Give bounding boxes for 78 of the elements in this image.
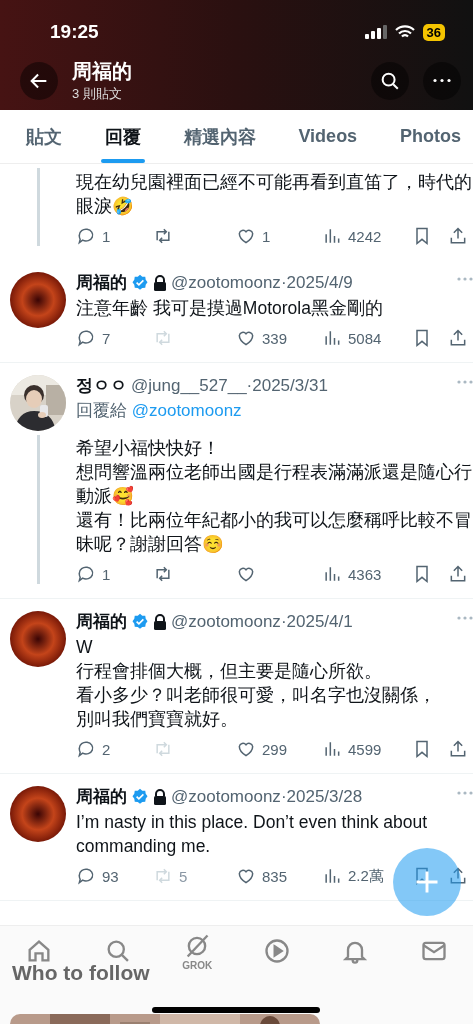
author-name[interactable]: 周福的	[76, 786, 127, 808]
post-text: 想問響溫兩位老師出國是行程表滿滿派還是隨心行動派🥰	[76, 461, 473, 508]
play-icon[interactable]	[262, 937, 291, 965]
reply-button[interactable]: 93	[76, 866, 153, 886]
comment-icon[interactable]	[76, 866, 96, 886]
share-icon[interactable]	[448, 328, 468, 348]
reply-button[interactable]: 1	[76, 226, 153, 246]
wifi-icon	[394, 25, 415, 39]
post-text: 希望小福快快好！	[76, 437, 221, 460]
battery-level: 36	[422, 23, 445, 41]
bar-chart-icon[interactable]	[322, 739, 342, 759]
post[interactable]: 周福的 @zootomoonz·2025/4/1 W 行程會排個大概，但主要是隨心所欲。 看小多少？叫老師很可愛，叫名字也沒關係， 別叫我們寶寶就好。 2 299 4599	[0, 599, 473, 774]
profile-title: 周福的	[72, 59, 133, 84]
like-button[interactable]: 1	[236, 226, 322, 246]
post-date[interactable]: ·2025/3/28	[280, 786, 363, 808]
repost-icon[interactable]	[153, 564, 173, 584]
share-icon[interactable]	[448, 564, 468, 584]
section-title: Who to follow	[12, 961, 150, 985]
views-button[interactable]: 4242	[322, 226, 412, 246]
back-button[interactable]	[20, 61, 58, 100]
share-icon[interactable]	[448, 866, 468, 886]
grok-label[interactable]: GROK	[182, 959, 213, 971]
avatar[interactable]	[10, 272, 66, 328]
post-handle[interactable]: @zootomoonz	[171, 786, 281, 808]
post-text: 注意年齡 我可是摸過Motorola黑金剛的	[76, 297, 384, 320]
more-icon	[432, 78, 452, 83]
post[interactable]: 周福的 @zootomoonz·2025/3/28 I’m nasty in this place. Don’t even think about commanding me. 93 5 835 2.2萬	[0, 774, 473, 901]
views-button[interactable]: 4599	[322, 739, 412, 759]
author-name[interactable]: 周福的	[76, 272, 127, 294]
search-button[interactable]	[371, 61, 409, 100]
reply-context: 回覆給 @zootomoonz	[76, 400, 243, 422]
tab[interactable]: Photos	[399, 110, 461, 163]
signal-icon	[364, 25, 387, 39]
author-name[interactable]: 정ㅇㅇ	[76, 375, 127, 397]
post[interactable]: 現在幼兒園裡面已經不可能再看到直笛了，時代的眼淚🤣 1 1 4242	[0, 164, 473, 260]
post-date[interactable]: ·2025/4/9	[280, 272, 353, 294]
views-button[interactable]: 5084	[322, 328, 412, 348]
post-text: 還有！比兩位年紀都小的我可以怎麼稱呼比較不冒昧呢？謝謝回答☺	[76, 509, 473, 556]
post-date[interactable]: ·2025/3/31	[246, 375, 328, 397]
author-name[interactable]: 周福的	[76, 611, 127, 633]
comment-icon[interactable]	[76, 564, 96, 584]
like-button[interactable]: 299	[236, 739, 322, 759]
status-time: 19:25	[50, 21, 99, 43]
reply-button[interactable]: 2	[76, 739, 153, 759]
tab[interactable]: 精選內容	[183, 110, 256, 163]
avatar[interactable]	[10, 786, 66, 842]
tab[interactable]: 貼文	[26, 110, 62, 163]
post[interactable]: 周福的 @zootomoonz·2025/4/9 注意年齡 我可是摸過Motorola黑金剛的 7 339 5084	[0, 260, 473, 363]
post-text: 別叫我們寶寶就好。	[76, 708, 239, 731]
bar-chart-icon[interactable]	[322, 328, 342, 348]
post-handle[interactable]: @jung__527__	[131, 375, 247, 397]
like-button[interactable]: 339	[236, 328, 322, 348]
post-text: 現在幼兒園裡面已經不可能再看到直笛了，時代的眼淚🤣	[76, 171, 473, 218]
post-text: 看小多少？叫老師很可愛，叫名字也沒關係，	[76, 684, 437, 707]
post-handle[interactable]: @zootomoonz	[171, 272, 281, 294]
comment-icon[interactable]	[76, 739, 96, 759]
comment-icon[interactable]	[76, 226, 96, 246]
post-handle[interactable]: @zootomoonz	[171, 611, 281, 633]
post[interactable]: 정ㅇㅇ @jung__527__·2025/3/31 回覆給 @zootomoonz 希望小福快快好！ 想問響溫兩位老師出國是行程表滿滿派還是隨心行動派🥰 還有！比兩位年紀都小的我可以怎麼稱呼比較不冒昧呢？謝謝回答☺ 1 4363	[0, 363, 473, 599]
post-text: W	[76, 636, 94, 659]
bar-chart-icon[interactable]	[322, 564, 342, 584]
bar-chart-icon[interactable]	[322, 226, 342, 246]
post-count: 3 則貼文	[72, 85, 123, 103]
reply-button[interactable]: 1	[76, 564, 153, 584]
share-icon[interactable]	[448, 226, 468, 246]
share-icon[interactable]	[448, 739, 468, 759]
post-text: I’m nasty in this place. Don’t even think about commanding me.	[76, 811, 429, 858]
repost-icon[interactable]	[153, 226, 173, 246]
views-button[interactable]: 2.2萬	[322, 866, 412, 886]
bar-chart-icon[interactable]	[322, 866, 342, 886]
tab[interactable]: Videos	[298, 110, 358, 163]
reply-button[interactable]: 7	[76, 328, 153, 348]
views-button[interactable]: 4363	[322, 564, 412, 584]
post-text: 行程會排個大概，但主要是隨心所欲。	[76, 660, 383, 683]
like-button[interactable]: 835	[236, 866, 322, 886]
avatar[interactable]	[10, 611, 66, 667]
post-date[interactable]: ·2025/4/1	[280, 611, 353, 633]
comment-icon[interactable]	[76, 328, 96, 348]
